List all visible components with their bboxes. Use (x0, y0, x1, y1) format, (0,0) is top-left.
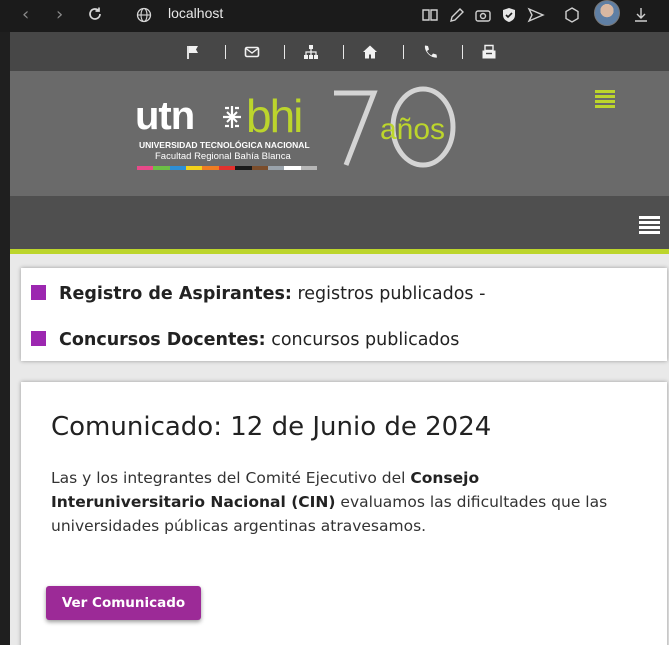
back-icon[interactable]: ‹ (22, 4, 29, 25)
divider (284, 45, 285, 59)
hamburger-menu-icon[interactable] (639, 216, 660, 236)
globe-icon (136, 7, 152, 23)
reader-mode-icon[interactable] (421, 6, 439, 24)
list-item-title: Registro de Aspirantes: (59, 284, 292, 304)
browser-toolbar: ‹ › localhost (0, 0, 669, 32)
list-item-title: Concursos Docentes: (59, 330, 266, 350)
logo-color-stripe (137, 166, 317, 170)
main-navbar (10, 196, 669, 254)
announcement-body-start: Las y los integrantes del Comité Ejecuti… (51, 469, 411, 487)
logo-utn-text: utn (135, 94, 195, 138)
logo-bhi-text: bhi (246, 90, 303, 142)
divider (343, 45, 344, 59)
mailbox-icon[interactable] (481, 44, 497, 60)
site-header: utn bhi UNIVERSIDAD TECNOLÓGICA NACIONAL… (10, 71, 669, 196)
send-icon[interactable] (527, 6, 545, 24)
list-item[interactable]: Registro de Aspirantes: registros public… (31, 284, 485, 304)
shield-icon[interactable] (500, 6, 518, 24)
divider (403, 45, 404, 59)
forward-icon[interactable]: › (56, 4, 63, 25)
download-icon[interactable] (632, 6, 650, 24)
announcement-card: Comunicado: 12 de Junio de 2024 Las y lo… (21, 382, 667, 645)
square-bullet-icon (31, 331, 46, 346)
edit-icon[interactable] (448, 6, 466, 24)
view-announcement-button[interactable]: Ver Comunicado (46, 586, 201, 620)
screenshot-icon[interactable] (474, 6, 492, 24)
flag-icon[interactable] (185, 44, 201, 60)
profile-avatar[interactable] (594, 0, 620, 26)
home-icon[interactable] (362, 44, 378, 60)
phone-icon[interactable] (422, 44, 438, 60)
square-bullet-icon (31, 285, 46, 300)
extensions-icon[interactable] (563, 6, 581, 24)
divider (225, 45, 226, 59)
sitemap-icon[interactable] (303, 44, 319, 60)
publications-card: Registro de Aspirantes: registros public… (21, 268, 667, 361)
list-item-text: registros publicados - (291, 284, 486, 304)
address-bar[interactable]: localhost (168, 5, 223, 21)
logo-faculty-name: Facultad Regional Bahía Blanca (155, 151, 291, 162)
page-viewport: utn bhi UNIVERSIDAD TECNOLÓGICA NACIONAL… (10, 32, 669, 645)
anniversary-70-mark: años (334, 86, 456, 168)
list-item-text: concursos publicados (265, 330, 460, 350)
announcement-heading: Comunicado: 12 de Junio de 2024 (51, 412, 492, 442)
top-icon-bar (10, 32, 669, 71)
logo-university-name: UNIVERSIDAD TECNOLÓGICA NACIONAL (139, 140, 310, 150)
secondary-menu-icon[interactable] (595, 90, 615, 110)
anniversary-label: años (380, 113, 445, 146)
reload-icon[interactable] (87, 6, 103, 22)
divider (462, 45, 463, 59)
announcement-body: Las y los integrantes del Comité Ejecuti… (51, 466, 636, 538)
mail-icon[interactable] (244, 44, 260, 60)
list-item[interactable]: Concursos Docentes: concursos publicados (31, 330, 459, 350)
utn-emblem-icon (223, 106, 241, 128)
